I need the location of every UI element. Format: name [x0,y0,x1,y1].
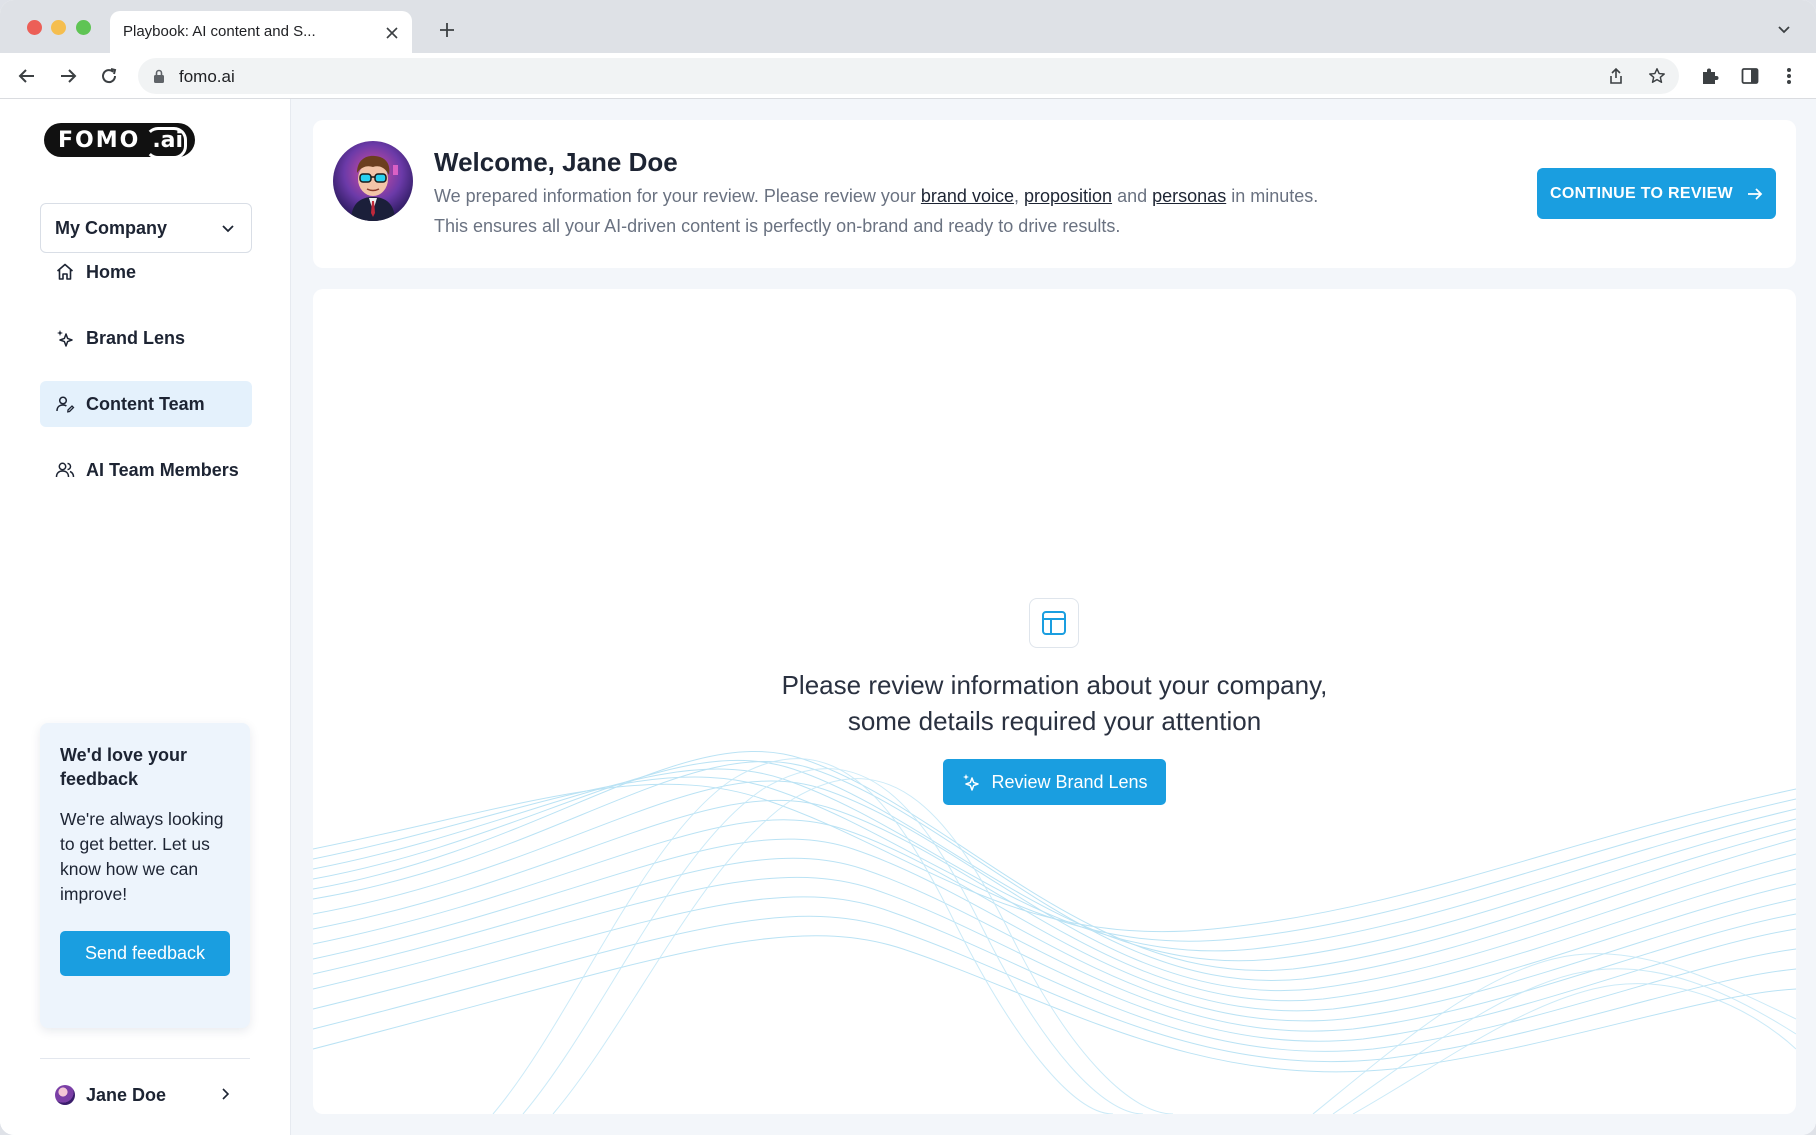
welcome-card: Welcome, Jane Doe We prepared informatio… [313,120,1796,268]
tab-title: Playbook: AI content and S... [123,23,316,40]
welcome-subtext: This ensures all your AI-driven content … [434,216,1121,236]
sidebar-item-content-team[interactable]: Content Team [40,381,252,427]
avatar [55,1085,75,1105]
avatar [333,141,413,221]
welcome-text-comma: , [1013,186,1019,206]
personas-link[interactable]: personas [1152,186,1226,206]
welcome-description: We prepared information for your review.… [434,186,1318,207]
welcome-title: Welcome, Jane Doe [434,147,678,177]
review-button-label: Review Brand Lens [991,771,1148,792]
send-feedback-button[interactable]: Send feedback [60,931,230,976]
sparkle-icon [55,328,75,348]
welcome-text-suffix: in minutes. [1231,186,1319,206]
maximize-window-button[interactable] [76,20,91,35]
chevron-right-icon [220,1087,230,1106]
browser-tab[interactable]: Playbook: AI content and S... [110,11,412,53]
welcome-text: We prepared information for your review.… [434,186,916,206]
proposition-link[interactable]: proposition [1024,186,1112,206]
side-panel-icon[interactable] [1738,64,1762,88]
content-card: Please review information about your com… [313,289,1796,1114]
tab-search-chevron-icon[interactable] [1776,21,1794,39]
share-icon[interactable] [1606,66,1626,86]
sidebar-item-label: Home [86,261,137,282]
feedback-title: We'd love your feedback [60,745,187,789]
bookmark-star-icon[interactable] [1647,66,1667,86]
sidebar-divider [40,1058,250,1059]
back-arrow-icon[interactable] [15,64,39,88]
continue-to-review-button[interactable]: CONTINUE TO REVIEW [1537,168,1776,219]
logo-fomo-text: FOMO [44,123,149,157]
close-window-button[interactable] [27,20,42,35]
browser-toolbar: fomo.ai [0,53,1816,99]
brand-voice-link[interactable]: brand voice [921,186,1014,206]
sidebar-item-brand-lens[interactable]: Brand Lens [40,315,252,361]
browser-menu-icon[interactable] [1777,64,1801,88]
user-edit-icon [55,394,75,414]
forward-arrow-icon[interactable] [56,64,80,88]
welcome-text-and: and [1117,186,1148,206]
user-name: Jane Doe [86,1084,167,1105]
arrow-right-icon [1747,187,1763,201]
feedback-text: We're always looking to get better. Let … [60,809,224,904]
lock-icon[interactable] [153,69,165,88]
logo-ai-text: .ai [145,123,196,159]
review-brand-lens-button[interactable]: Review Brand Lens [943,759,1166,805]
users-icon [55,460,75,480]
sidebar-item-label: AI Team Members [86,459,239,480]
company-select[interactable]: My Company [40,203,252,253]
sidebar-item-label: Content Team [86,393,205,414]
address-bar[interactable]: fomo.ai [138,58,1679,94]
sidebar-item-label: Brand Lens [86,327,186,348]
table-layout-icon [1029,598,1079,648]
empty-state-line-2: some details required your attention [847,706,1262,736]
minimize-window-button[interactable] [51,20,66,35]
fomo-logo[interactable]: FOMO .ai [44,123,196,159]
url-text[interactable]: fomo.ai [179,67,235,87]
empty-state-line-1: Please review information about your com… [781,670,1328,700]
sidebar-item-ai-team-members[interactable]: AI Team Members [40,447,252,493]
empty-state-message: Please review information about your com… [313,667,1796,739]
sidebar: FOMO .ai My Company Home Brand Lens Cont… [0,99,291,1135]
browser-window: Playbook: AI content and S... fomo.ai FO… [0,0,1816,1135]
app-root: FOMO .ai My Company Home Brand Lens Cont… [0,99,1816,1135]
company-select-value: My Company [55,218,168,238]
user-menu[interactable]: Jane Doe [40,1075,250,1115]
chevron-down-icon [221,221,235,240]
browser-tabbar: Playbook: AI content and S... [0,0,1816,53]
sparkle-icon [961,772,981,792]
close-tab-icon[interactable] [382,23,402,43]
continue-button-label: CONTINUE TO REVIEW [1550,184,1733,202]
feedback-card: We'd love your feedback We're always loo… [40,723,250,1028]
extensions-puzzle-icon[interactable] [1698,64,1722,88]
sidebar-item-home[interactable]: Home [40,249,252,295]
new-tab-icon[interactable] [436,19,458,41]
home-icon [55,262,75,282]
reload-icon[interactable] [97,64,121,88]
